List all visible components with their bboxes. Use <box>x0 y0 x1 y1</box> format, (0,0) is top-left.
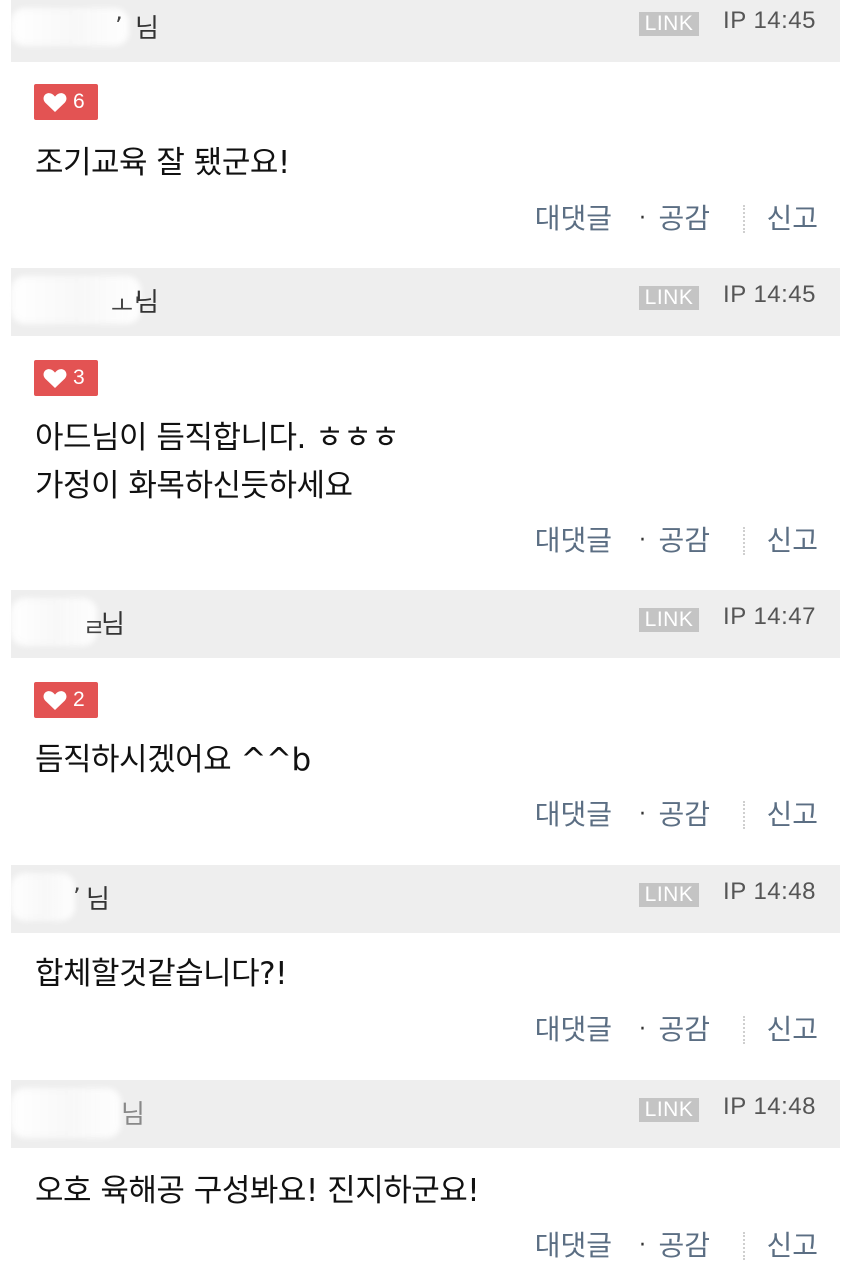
action-separator-dot: · <box>639 528 646 553</box>
comment-actions: 대댓글 · 공감 신고 <box>518 795 818 835</box>
comment-header: 님 LINK IP 14:48 <box>11 1080 840 1148</box>
reply-button[interactable]: 대댓글 <box>535 1226 612 1266</box>
link-badge[interactable]: LINK <box>639 608 699 632</box>
comment-actions: 대댓글 · 공감 신고 <box>518 521 818 561</box>
reply-button[interactable]: 대댓글 <box>535 1010 612 1050</box>
like-count-badge: 3 <box>34 360 98 396</box>
heart-icon <box>43 691 67 710</box>
comment-line: 듬직하시겠어요 ^^b <box>35 742 311 778</box>
action-separator-dot: · <box>639 802 646 827</box>
comment-text: 합체할것같습니다?! <box>35 950 288 998</box>
ip-timestamp: IP 14:48 <box>723 1093 816 1120</box>
reply-button[interactable]: 대댓글 <box>535 199 612 239</box>
comment-actions: 대댓글 · 공감 신고 <box>518 1010 818 1050</box>
like-count-badge: 2 <box>34 682 98 718</box>
link-badge[interactable]: LINK <box>639 1098 699 1122</box>
comment-text: 조기교육 잘 됐군요! <box>35 139 290 187</box>
like-count: 2 <box>73 688 85 711</box>
author-fragment: ’ <box>115 12 124 40</box>
heart-icon <box>43 93 67 112</box>
action-divider <box>743 801 745 829</box>
heart-icon <box>43 369 67 388</box>
ip-timestamp: IP 14:47 <box>723 603 816 630</box>
link-badge[interactable]: LINK <box>639 286 699 310</box>
like-button[interactable]: 공감 <box>658 1010 710 1050</box>
author-suffix: 님 <box>135 14 159 44</box>
report-button[interactable]: 신고 <box>766 1010 818 1050</box>
link-badge[interactable]: LINK <box>639 883 699 907</box>
comment-header: ㅗ' 님 LINK IP 14:45 <box>11 268 840 336</box>
link-badge[interactable]: LINK <box>639 12 699 36</box>
comment-line: 조기교육 잘 됐군요! <box>35 145 290 181</box>
ip-timestamp: IP 14:48 <box>723 878 816 905</box>
like-button[interactable]: 공감 <box>658 795 710 835</box>
like-count-badge: 6 <box>34 84 98 120</box>
author-name[interactable]: ’ 님 <box>11 865 211 933</box>
action-separator-dot: · <box>639 206 646 231</box>
author-suffix: 님 <box>101 610 125 640</box>
comment-text: 아드님이 듬직합니다. ㅎㅎㅎ 가정이 화목하신듯하세요 <box>35 414 400 510</box>
comment-header: ㄹ 님 LINK IP 14:47 <box>11 590 840 658</box>
comment-text: 듬직하시겠어요 ^^b <box>35 736 311 784</box>
action-divider <box>743 1016 745 1044</box>
like-count: 6 <box>73 90 85 113</box>
author-name[interactable]: ㄹ 님 <box>11 590 211 658</box>
action-separator-dot: · <box>639 1233 646 1258</box>
comment-text: 오호 육해공 구성봐요! 진지하군요! <box>35 1167 480 1215</box>
comment-line: 가정이 화목하신듯하세요 <box>35 468 353 504</box>
action-separator-dot: · <box>639 1017 646 1042</box>
author-name[interactable]: ’ 님 <box>11 0 211 62</box>
like-count: 3 <box>73 366 85 389</box>
comment-header: ’ 님 LINK IP 14:45 <box>11 0 840 62</box>
author-suffix: 님 <box>135 288 159 318</box>
action-divider <box>743 205 745 233</box>
author-redaction <box>11 1088 121 1138</box>
comment-header: ’ 님 LINK IP 14:48 <box>11 865 840 933</box>
author-redaction <box>11 873 75 921</box>
action-divider <box>743 527 745 555</box>
comment-actions: 대댓글 · 공감 신고 <box>518 1226 818 1266</box>
report-button[interactable]: 신고 <box>766 521 818 561</box>
author-fragment: ’ <box>73 883 82 911</box>
comment-actions: 대댓글 · 공감 신고 <box>518 199 818 239</box>
report-button[interactable]: 신고 <box>766 795 818 835</box>
author-name[interactable]: ㅗ' 님 <box>11 268 211 336</box>
reply-button[interactable]: 대댓글 <box>535 795 612 835</box>
reply-button[interactable]: 대댓글 <box>535 521 612 561</box>
action-divider <box>743 1232 745 1260</box>
like-button[interactable]: 공감 <box>658 1226 710 1266</box>
author-suffix: 님 <box>121 1100 145 1130</box>
comment-line: 오호 육해공 구성봐요! 진지하군요! <box>35 1173 480 1209</box>
report-button[interactable]: 신고 <box>766 199 818 239</box>
like-button[interactable]: 공감 <box>658 521 710 561</box>
like-button[interactable]: 공감 <box>658 199 710 239</box>
report-button[interactable]: 신고 <box>766 1226 818 1266</box>
comment-line: 합체할것같습니다?! <box>35 956 288 992</box>
comment-line: 아드님이 듬직합니다. ㅎㅎㅎ <box>35 420 400 456</box>
author-name[interactable]: 님 <box>11 1080 211 1148</box>
ip-timestamp: IP 14:45 <box>723 7 816 34</box>
author-redaction <box>11 8 129 46</box>
ip-timestamp: IP 14:45 <box>723 281 816 308</box>
author-suffix: 님 <box>86 885 110 915</box>
